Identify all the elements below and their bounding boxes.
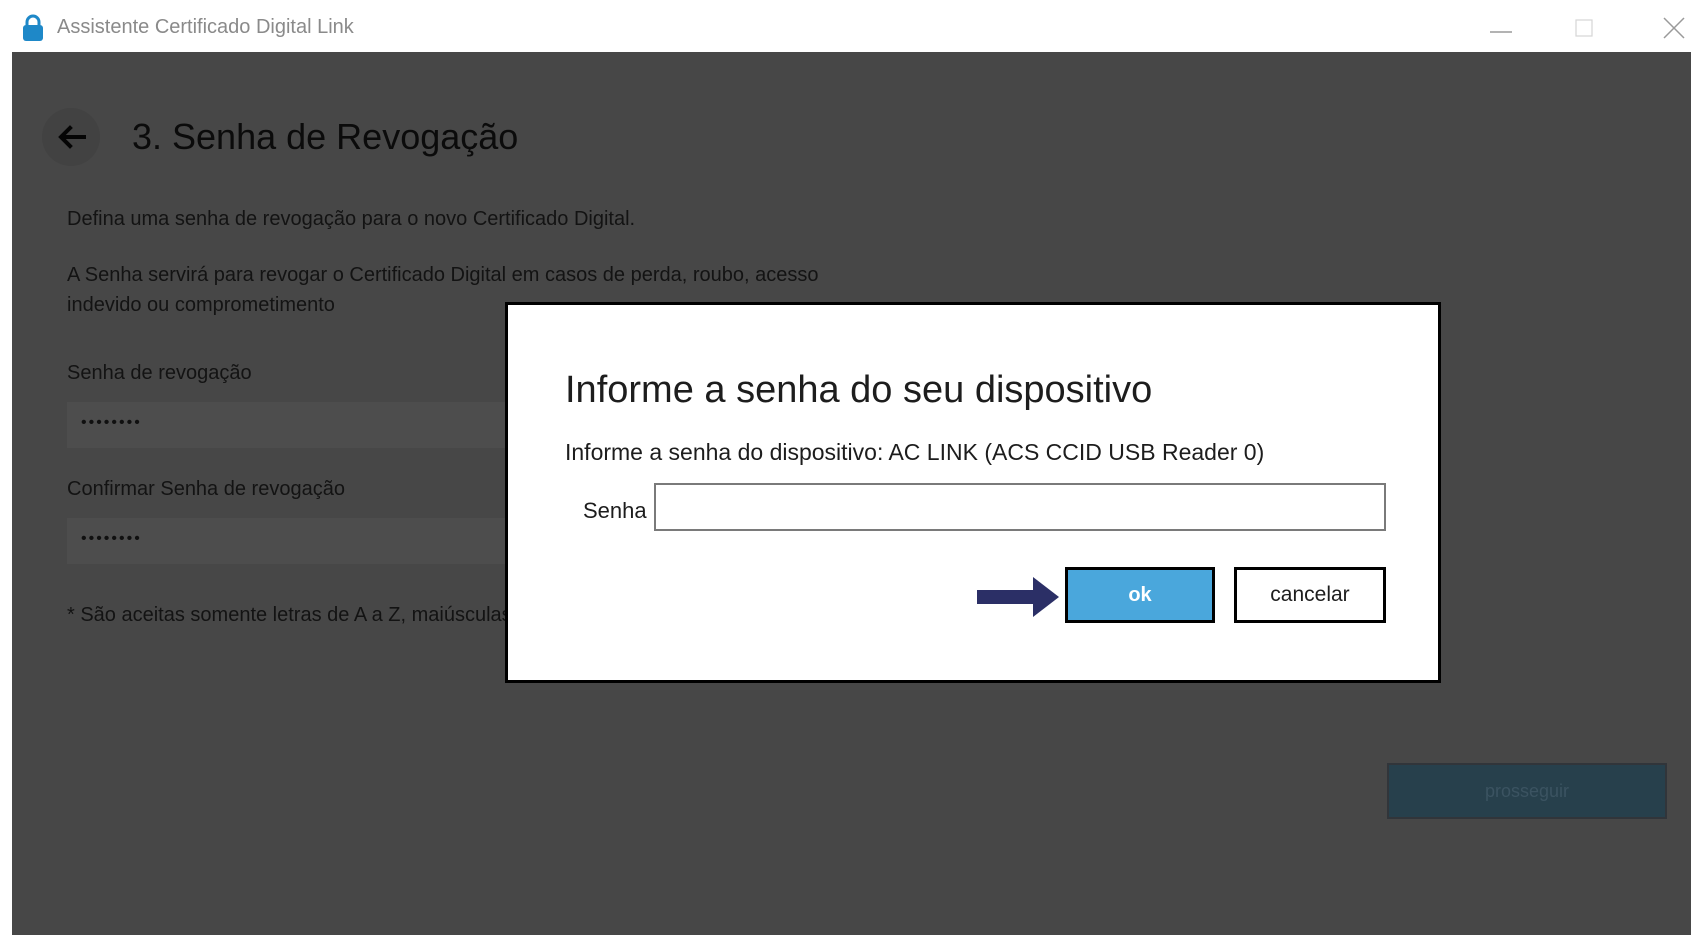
title-bar: Assistente Certificado Digital Link: [0, 0, 1691, 52]
dialog-title: Informe a senha do seu dispositivo: [565, 369, 1153, 411]
password-label: Senha: [583, 498, 647, 523]
device-password-input[interactable]: [654, 483, 1386, 531]
password-mask: ••••••••: [81, 414, 142, 431]
footnote: * São aceitas somente letras de A a Z, m…: [67, 604, 512, 626]
maximize-button[interactable]: [1566, 10, 1606, 44]
minimize-button[interactable]: [1482, 10, 1522, 44]
back-button[interactable]: [42, 108, 100, 166]
password-mask: ••••••••: [81, 530, 142, 547]
window-title: Assistente Certificado Digital Link: [57, 16, 354, 38]
revocation-password-label: Senha de revogação: [67, 362, 252, 384]
cancel-button[interactable]: cancelar: [1234, 567, 1386, 623]
arrow-left-icon: [58, 125, 86, 149]
continue-button[interactable]: prosseguir: [1387, 763, 1667, 819]
lock-icon: [22, 14, 44, 42]
arrow-right-icon: [977, 575, 1061, 624]
password-dialog: Informe a senha do seu dispositivo Infor…: [505, 302, 1441, 683]
page-title: 3. Senha de Revogação: [132, 116, 519, 157]
confirm-password-label: Confirmar Senha de revogação: [67, 478, 345, 500]
close-button[interactable]: [1652, 10, 1691, 44]
description-text: Defina uma senha de revogação para o nov…: [67, 208, 636, 230]
dialog-message: Informe a senha do dispositivo: AC LINK …: [565, 439, 1265, 465]
ok-button[interactable]: ok: [1065, 567, 1215, 623]
